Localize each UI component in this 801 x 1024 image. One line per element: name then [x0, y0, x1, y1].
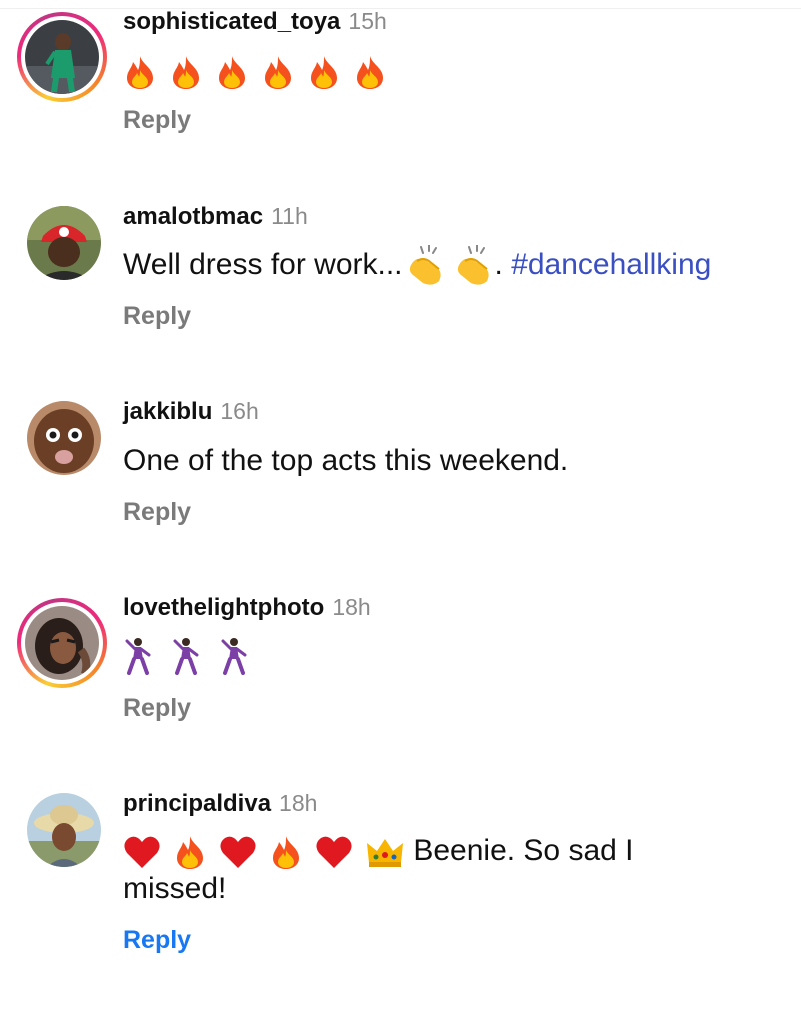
comment-text: [123, 52, 783, 90]
comment-header: amalotbmac 11h: [123, 203, 308, 231]
clapping-hands-icon: [457, 245, 489, 285]
comment-header: lovethelightphoto 18h: [123, 594, 371, 622]
avatar-story-ring[interactable]: [17, 598, 107, 688]
comment-body: Well dress for work...: [123, 247, 403, 281]
emoji-row: [123, 637, 249, 676]
timestamp: 16h: [220, 398, 259, 424]
reply-button[interactable]: Reply: [123, 498, 191, 527]
hashtag-link[interactable]: #dancehallking: [511, 248, 711, 281]
reply-button[interactable]: Reply: [123, 302, 191, 331]
avatar-wrap[interactable]: [26, 792, 102, 868]
comment-text: [123, 636, 783, 676]
avatar: [27, 793, 101, 867]
red-heart-icon: [220, 836, 256, 869]
username[interactable]: sophisticated_toya: [123, 8, 340, 36]
avatar: [25, 20, 99, 94]
reply-button[interactable]: Reply: [123, 106, 191, 135]
fire-icon: [311, 56, 337, 90]
man-dancing-icon: [221, 638, 247, 676]
fire-icon: [173, 56, 199, 90]
comment-header: jakkiblu 16h: [123, 398, 259, 426]
fire-icon: [273, 836, 299, 870]
emoji-row: [123, 834, 405, 870]
fire-icon: [177, 836, 203, 870]
red-heart-icon: [124, 836, 160, 869]
timestamp: 18h: [279, 790, 318, 816]
comment-text: Beenie. So sad I missed!: [123, 832, 783, 907]
username[interactable]: lovethelightphoto: [123, 594, 324, 622]
username[interactable]: jakkiblu: [123, 398, 212, 426]
username[interactable]: amalotbmac: [123, 203, 263, 231]
avatar: [25, 606, 99, 680]
clapping-hands-icon: [409, 245, 441, 285]
reply-button[interactable]: Reply: [123, 694, 191, 723]
comment-header: principaldiva 18h: [123, 790, 317, 818]
avatar: [27, 401, 101, 475]
comment-body-line2: missed!: [123, 872, 227, 906]
avatar-wrap[interactable]: [26, 205, 102, 281]
comment-header: sophisticated_toya 15h: [123, 8, 387, 36]
fire-icon: [265, 56, 291, 90]
comment-text: One of the top acts this weekend.: [123, 444, 569, 477]
timestamp: 15h: [348, 8, 387, 34]
avatar-wrap[interactable]: [26, 400, 102, 476]
comment-text: Well dress for work.... #dancehallking: [123, 245, 783, 287]
top-divider: [0, 8, 801, 9]
avatar: [27, 206, 101, 280]
comment-body: Beenie. So sad I: [405, 834, 634, 867]
fire-icon: [357, 56, 383, 90]
red-heart-icon: [316, 836, 352, 869]
timestamp: 11h: [271, 203, 308, 229]
fire-icon: [127, 56, 153, 90]
comment-body-suffix: .: [494, 247, 512, 281]
emoji-row: [403, 245, 495, 287]
man-dancing-icon: [125, 638, 151, 676]
timestamp: 18h: [332, 594, 371, 620]
crown-icon: [367, 839, 403, 868]
avatar-story-ring[interactable]: [17, 12, 107, 102]
username[interactable]: principaldiva: [123, 790, 271, 818]
reply-button[interactable]: Reply: [123, 926, 191, 955]
emoji-row: [123, 54, 387, 90]
man-dancing-icon: [173, 638, 199, 676]
fire-icon: [219, 56, 245, 90]
